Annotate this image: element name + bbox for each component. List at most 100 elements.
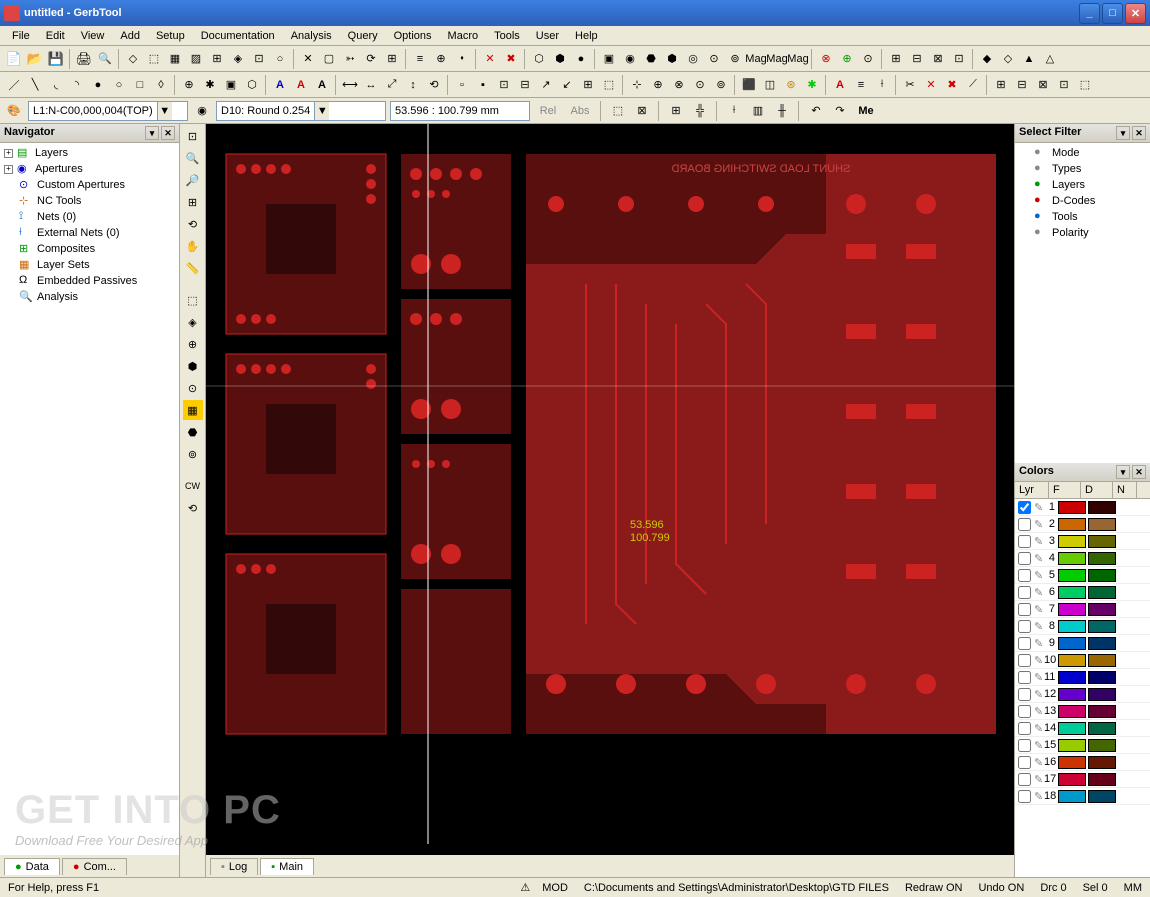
fg-color-swatch[interactable] <box>1058 637 1086 650</box>
panel-pin-button[interactable]: ▾ <box>1116 465 1130 479</box>
color-row-14[interactable]: ✎14 <box>1015 720 1150 737</box>
tool-button[interactable]: ✕ <box>298 49 318 69</box>
draw-button[interactable]: ╲ <box>25 75 45 95</box>
select-button[interactable]: ⊚ <box>183 444 203 464</box>
select-button[interactable]: ◈ <box>183 312 203 332</box>
bg-color-swatch[interactable] <box>1088 501 1116 514</box>
tool-button[interactable]: ≡ <box>410 49 430 69</box>
layer-visible-checkbox[interactable] <box>1018 518 1031 531</box>
layer-visible-checkbox[interactable] <box>1018 671 1031 684</box>
cut-button[interactable]: ✂ <box>900 75 920 95</box>
fg-color-swatch[interactable] <box>1058 722 1086 735</box>
draw-button[interactable]: ／ <box>4 75 24 95</box>
edit-button[interactable]: ▪ <box>473 75 493 95</box>
text-button[interactable]: A <box>270 75 290 95</box>
layer-visible-checkbox[interactable] <box>1018 722 1031 735</box>
snap-button[interactable]: ⊙ <box>690 75 710 95</box>
fg-color-swatch[interactable] <box>1058 501 1086 514</box>
panel-pin-button[interactable]: ▾ <box>145 126 159 140</box>
layer-visible-checkbox[interactable] <box>1018 739 1031 752</box>
align-button[interactable]: ⊠ <box>1033 75 1053 95</box>
fg-color-swatch[interactable] <box>1058 552 1086 565</box>
edit-button[interactable]: ▫ <box>452 75 472 95</box>
tool-button[interactable]: ▣ <box>599 49 619 69</box>
misc-button[interactable]: ⬛ <box>739 75 759 95</box>
pan-button[interactable]: ✋ <box>183 236 203 256</box>
nav-item-layers[interactable]: +▤Layers <box>2 145 177 161</box>
tool-button[interactable]: ⬡ <box>529 49 549 69</box>
snap-button[interactable]: ⊗ <box>669 75 689 95</box>
filter-item-mode[interactable]: ●Mode <box>1017 145 1148 161</box>
undo-button[interactable]: ↶ <box>806 101 826 121</box>
tool-button[interactable]: ▦ <box>165 49 185 69</box>
ruler-button[interactable]: ▥ <box>748 101 768 121</box>
open-button[interactable] <box>25 49 45 69</box>
navigator-tree[interactable]: +▤Layers+◉Apertures⊙Custom Apertures⊹NC … <box>0 143 179 855</box>
color-row-12[interactable]: ✎12 <box>1015 686 1150 703</box>
paint-button[interactable]: 🎨 <box>4 101 24 121</box>
bg-color-swatch[interactable] <box>1088 688 1116 701</box>
edit-button[interactable]: ⬚ <box>599 75 619 95</box>
zoom-prev-button[interactable]: ⟲ <box>183 214 203 234</box>
tool-button[interactable]: ⊚ <box>725 49 745 69</box>
nav-item-layersets[interactable]: ▦Layer Sets <box>2 257 177 273</box>
draw-button[interactable]: ⬡ <box>242 75 262 95</box>
bg-color-swatch[interactable] <box>1088 637 1116 650</box>
tool-button[interactable]: ⊕ <box>431 49 451 69</box>
misc-button[interactable]: ✱ <box>802 75 822 95</box>
filter-item-layers[interactable]: ●Layers <box>1017 177 1148 193</box>
text-button[interactable]: A <box>291 75 311 95</box>
grid-button[interactable]: ⊞ <box>666 101 686 121</box>
menu-options[interactable]: Options <box>386 28 440 44</box>
panel-pin-button[interactable]: ▾ <box>1116 126 1130 140</box>
menu-help[interactable]: Help <box>567 28 606 44</box>
dim-button[interactable]: ⟲ <box>424 75 444 95</box>
dim-button[interactable]: ⟷ <box>340 75 360 95</box>
tool-button[interactable]: ⊕ <box>837 49 857 69</box>
tool-button[interactable]: ▢ <box>319 49 339 69</box>
color-row-3[interactable]: ✎3 <box>1015 533 1150 550</box>
fg-color-swatch[interactable] <box>1058 756 1086 769</box>
save-button[interactable] <box>46 49 66 69</box>
bg-color-swatch[interactable] <box>1088 705 1116 718</box>
menu-add[interactable]: Add <box>112 28 148 44</box>
color-row-4[interactable]: ✎4 <box>1015 550 1150 567</box>
tool-button[interactable]: ▲ <box>1019 49 1039 69</box>
color-row-13[interactable]: ✎13 <box>1015 703 1150 720</box>
fg-color-swatch[interactable] <box>1058 739 1086 752</box>
zoom-window-button[interactable]: ⊡ <box>183 126 203 146</box>
layer-visible-checkbox[interactable] <box>1018 535 1031 548</box>
new-button[interactable] <box>4 49 24 69</box>
align-button[interactable]: ⊞ <box>991 75 1011 95</box>
draw-button[interactable]: □ <box>130 75 150 95</box>
panel-close-button[interactable]: ✕ <box>161 126 175 140</box>
menu-edit[interactable]: Edit <box>38 28 73 44</box>
panel-close-button[interactable]: ✕ <box>1132 465 1146 479</box>
filter-item-d-codes[interactable]: ●D-Codes <box>1017 193 1148 209</box>
tool-button[interactable]: ⬪ <box>452 49 472 69</box>
bg-color-swatch[interactable] <box>1088 535 1116 548</box>
tool-button[interactable]: ⊟ <box>907 49 927 69</box>
tool-button[interactable]: △ <box>1040 49 1060 69</box>
fg-color-swatch[interactable] <box>1058 671 1086 684</box>
tool-button[interactable]: ⊙ <box>858 49 878 69</box>
select-button[interactable]: ⬣ <box>183 422 203 442</box>
draw-button[interactable]: ✱ <box>200 75 220 95</box>
coord-box[interactable]: 53.596 : 100.799 mm <box>390 101 530 121</box>
fg-color-swatch[interactable] <box>1058 688 1086 701</box>
bg-color-swatch[interactable] <box>1088 518 1116 531</box>
fg-color-swatch[interactable] <box>1058 569 1086 582</box>
redo-button[interactable]: ↷ <box>830 101 850 121</box>
filter-item-polarity[interactable]: ●Polarity <box>1017 225 1148 241</box>
menu-file[interactable]: File <box>4 28 38 44</box>
layer-visible-checkbox[interactable] <box>1018 501 1031 514</box>
tool-button[interactable]: ⬣ <box>641 49 661 69</box>
text2-button[interactable]: ≡ <box>851 75 871 95</box>
edit-button[interactable]: ⊟ <box>515 75 535 95</box>
draw-button[interactable]: ◟ <box>46 75 66 95</box>
layer-combo[interactable]: L1:N-C00,000,004(TOP) ▼ <box>28 101 188 121</box>
tool-button[interactable]: ⊡ <box>949 49 969 69</box>
tool-button[interactable]: ● <box>571 49 591 69</box>
bg-color-swatch[interactable] <box>1088 739 1116 752</box>
print-button[interactable] <box>74 49 94 69</box>
